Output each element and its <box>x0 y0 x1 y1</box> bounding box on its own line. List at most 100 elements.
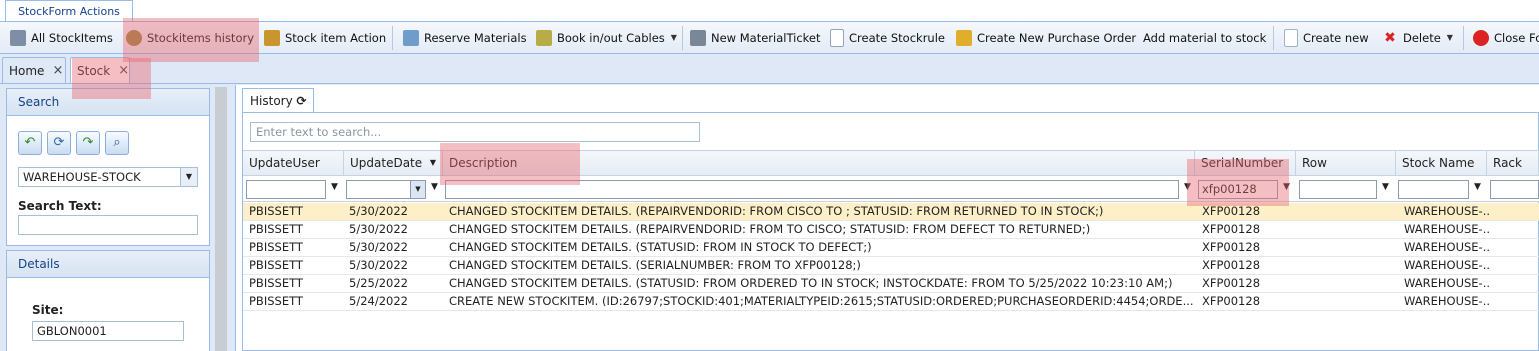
back-arrow-icon[interactable]: ↶ <box>18 131 42 155</box>
table-cell <box>1491 203 1539 220</box>
refresh-icon[interactable]: ⟳ <box>47 131 71 155</box>
highlight-stockitems-history <box>123 18 259 62</box>
warehouse-select[interactable]: WAREHOUSE-STOCK ▼ <box>18 167 198 187</box>
new-document-icon <box>1284 28 1298 47</box>
filter-row-input[interactable] <box>1299 180 1377 199</box>
table-cell: PBISSETT <box>249 294 303 308</box>
table-cell: 5/30/2022 <box>349 222 408 236</box>
table-row[interactable]: PBISSETT 5/24/2022 CREATE NEW STOCKITEM. (… <box>243 293 1539 311</box>
add-material-to-stock-button[interactable]: Add material to stock <box>1143 22 1266 53</box>
chevron-down-icon: ▼ <box>1446 33 1453 42</box>
site-field[interactable]: GBLON0001 <box>32 321 184 341</box>
grid-search-input[interactable]: Enter text to search... <box>250 122 700 142</box>
toolbar-separator <box>682 26 683 50</box>
table-cell: XFP00128 <box>1202 276 1261 290</box>
new-materialticket-label: New MaterialTicket <box>711 30 821 45</box>
search-text-input[interactable] <box>18 215 198 235</box>
column-updatedate-label: UpdateDate <box>350 156 423 170</box>
add-material-to-stock-label: Add material to stock <box>1143 30 1267 45</box>
table-row[interactable]: PBISSETT 5/25/2022 CHANGED STOCKITEM DETAI… <box>243 275 1539 293</box>
filter-icon[interactable]: ▼ <box>1382 182 1389 192</box>
delete-icon: ✖ <box>1384 29 1396 46</box>
delete-button[interactable]: ✖ Delete ▼ <box>1382 22 1453 53</box>
stack-icon <box>10 29 26 46</box>
tab-home[interactable]: Home × <box>2 57 66 83</box>
table-cell <box>1491 275 1539 292</box>
new-materialticket-button[interactable]: New MaterialTicket <box>690 22 820 53</box>
close-form-label: Close Fo <box>1494 30 1539 45</box>
binoculars-icon[interactable]: ⌕ <box>105 131 129 155</box>
table-cell <box>1491 239 1539 256</box>
table-cell <box>1491 293 1539 310</box>
ribbon-tab-stockform-actions[interactable]: StockForm Actions <box>5 0 133 21</box>
create-new-label: Create new <box>1303 30 1369 45</box>
filter-icon[interactable]: ▼ <box>331 182 338 192</box>
order-icon <box>956 29 972 46</box>
filter-rack-input[interactable] <box>1490 180 1539 199</box>
table-cell: XFP00128 <box>1202 222 1261 236</box>
all-stockitems-label: All StockItems <box>31 30 113 45</box>
table-cell: CHANGED STOCKITEM DETAILS. (REPAIRVENDOR… <box>449 204 1104 218</box>
table-cell: PBISSETT <box>249 222 303 236</box>
reserve-materials-button[interactable]: Reserve Materials <box>403 22 527 53</box>
book-cables-button[interactable]: Book in/out Cables ▼ <box>536 22 677 53</box>
column-updatedate[interactable]: UpdateDate ▼ <box>344 151 443 175</box>
table-cell: XFP00128 <box>1202 294 1261 308</box>
table-cell: WAREHOUSE-... <box>1404 276 1489 290</box>
table-cell: WAREHOUSE-... <box>1404 222 1489 236</box>
column-rack[interactable]: Rack <box>1487 151 1539 175</box>
table-cell: CHANGED STOCKITEM DETAILS. (REPAIRVENDOR… <box>449 222 1091 236</box>
close-icon[interactable]: × <box>52 63 63 78</box>
create-stockrule-button[interactable]: Create Stockrule <box>830 22 945 53</box>
chevron-down-icon[interactable]: ▼ <box>180 168 197 186</box>
table-row[interactable]: PBISSETT 5/30/2022 CHANGED STOCKITEM DETAI… <box>243 203 1539 221</box>
create-stockrule-label: Create Stockrule <box>849 30 945 45</box>
create-new-button[interactable]: Create new <box>1284 22 1369 53</box>
table-cell: WAREHOUSE-... <box>1404 204 1489 218</box>
all-stockitems-button[interactable]: All StockItems <box>10 22 113 53</box>
stock-item-action-label: Stock item Action <box>285 30 387 45</box>
toolbar-separator <box>392 26 393 50</box>
table-cell <box>1299 221 1395 238</box>
table-row[interactable]: PBISSETT 5/30/2022 CHANGED STOCKITEM DETAI… <box>243 221 1539 239</box>
table-cell: 5/30/2022 <box>349 258 408 272</box>
filter-icon[interactable]: ▼ <box>431 182 438 192</box>
close-form-button[interactable]: Close Fo <box>1473 22 1539 53</box>
close-form-icon <box>1473 29 1489 46</box>
column-row[interactable]: Row <box>1296 151 1396 175</box>
ticket-icon <box>690 29 706 46</box>
table-cell <box>1299 275 1395 292</box>
reserve-materials-label: Reserve Materials <box>424 30 527 45</box>
table-cell <box>1299 239 1395 256</box>
filter-updateuser-input[interactable] <box>246 180 326 199</box>
table-cell: PBISSETT <box>249 276 303 290</box>
delete-label: Delete <box>1403 30 1441 45</box>
grid-column-header: UpdateUser UpdateDate ▼ Description Seria… <box>243 150 1539 176</box>
stock-item-action-button[interactable]: Stock item Action <box>264 22 386 53</box>
create-purchase-order-label: Create New Purchase Order <box>977 30 1137 45</box>
table-row[interactable]: PBISSETT 5/30/2022 CHANGED STOCKITEM DETAI… <box>243 257 1539 275</box>
filter-icon[interactable]: ▼ <box>1474 182 1481 192</box>
search-panel: Search ↶ ⟳ ↷ ⌕ WAREHOUSE-STOCK ▼ Search T… <box>6 88 210 246</box>
table-cell: WAREHOUSE-... <box>1404 294 1489 308</box>
history-tab-label: History <box>250 94 293 108</box>
highlight-description-column <box>440 143 580 185</box>
toolbar-separator <box>1273 26 1274 50</box>
left-panel-scrollbar[interactable] <box>215 87 227 351</box>
filter-stock-name-input[interactable] <box>1398 180 1469 199</box>
create-purchase-order-button[interactable]: Create New Purchase Order <box>956 22 1136 53</box>
table-cell: WAREHOUSE-... <box>1404 258 1489 272</box>
toolbar-separator <box>1463 26 1464 50</box>
forward-arrow-icon[interactable]: ↷ <box>76 131 100 155</box>
chevron-down-icon[interactable]: ▼ <box>410 181 425 198</box>
details-panel-title: Details <box>7 251 209 278</box>
table-row[interactable]: PBISSETT 5/30/2022 CHANGED STOCKITEM DETAI… <box>243 239 1539 257</box>
table-cell: XFP00128 <box>1202 258 1261 272</box>
column-stock-name[interactable]: Stock Name <box>1396 151 1487 175</box>
search-text-label: Search Text: <box>18 199 102 213</box>
filter-updatedate-input[interactable]: ▼ <box>346 180 426 199</box>
refresh-icon[interactable]: ⟳ <box>297 94 307 108</box>
table-cell: CREATE NEW STOCKITEM. (ID:26797;STOCKID:… <box>449 294 1194 308</box>
tab-history[interactable]: History ⟳ <box>242 88 314 112</box>
column-updateuser[interactable]: UpdateUser <box>243 151 344 175</box>
